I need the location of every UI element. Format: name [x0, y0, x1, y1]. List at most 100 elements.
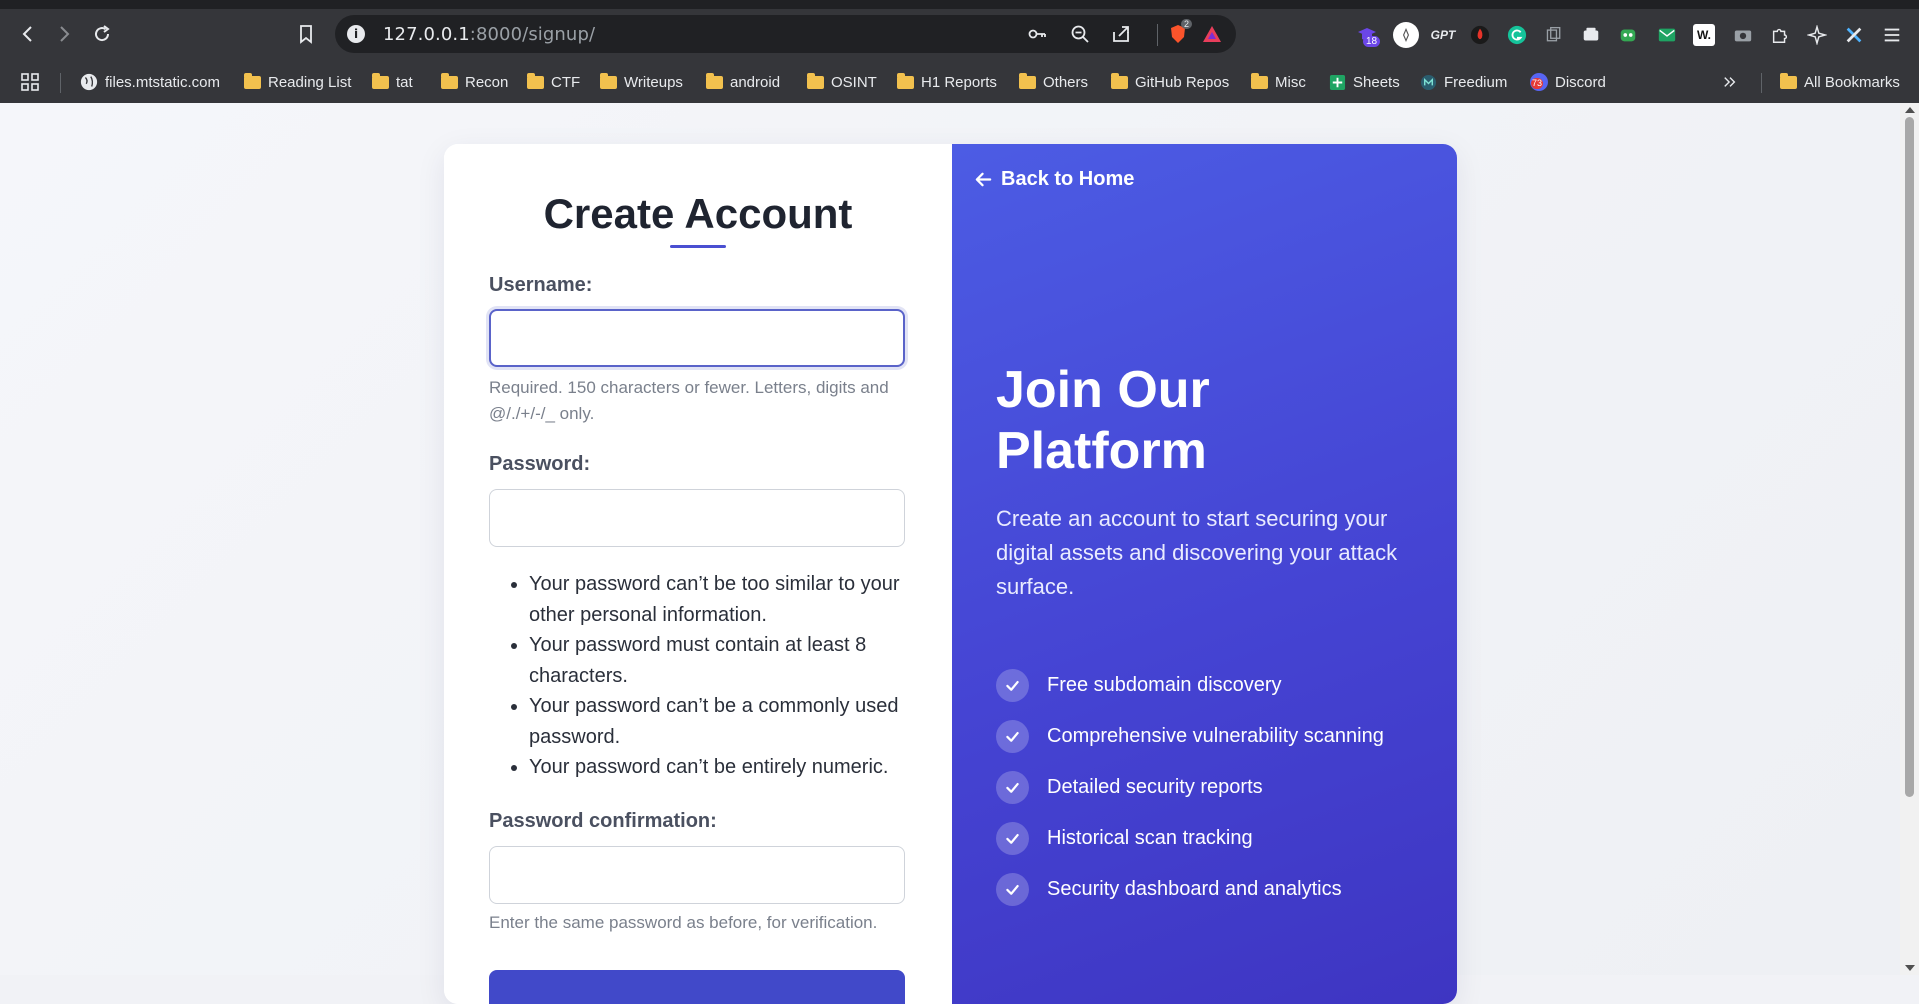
folder-icon: [706, 72, 723, 89]
vertical-scrollbar[interactable]: [1900, 103, 1919, 975]
signup-form: Create Account Username: Required. 150 c…: [444, 144, 952, 1004]
bookmark-page-button[interactable]: [292, 20, 320, 48]
bookmark-freedium[interactable]: Freedium: [1420, 71, 1507, 93]
submit-button[interactable]: [489, 970, 905, 1004]
extension-x-icon[interactable]: [1843, 24, 1865, 46]
folder-icon: [244, 72, 261, 89]
bookmark-others[interactable]: Others: [1019, 71, 1088, 93]
password-label: Password:: [489, 453, 591, 475]
check-icon: [996, 720, 1029, 753]
bookmarks-divider: [1761, 73, 1762, 93]
feature-label: Historical scan tracking: [1047, 827, 1253, 849]
password-confirmation-help-text: Enter the same password as before, for v…: [489, 913, 878, 932]
all-bookmarks-button[interactable]: All Bookmarks: [1780, 71, 1900, 93]
address-bar[interactable]: i 127.0.0.1:8000/signup/ 2: [335, 15, 1236, 53]
more-bookmarks-button[interactable]: [1723, 71, 1737, 93]
site-info-icon[interactable]: i: [347, 25, 365, 43]
folder-icon: [1780, 72, 1797, 89]
back-button[interactable]: [14, 20, 42, 48]
extension-w-icon[interactable]: W.: [1693, 24, 1715, 46]
freedium-icon: [1420, 74, 1437, 90]
bookmark-github-repos[interactable]: GitHub Repos: [1111, 71, 1229, 93]
bookmark-tat[interactable]: tat: [372, 71, 413, 93]
bookmark-h1-reports[interactable]: H1 Reports: [897, 71, 997, 93]
bookmarks-divider: [60, 73, 61, 93]
discord-badge: 73: [1531, 78, 1544, 89]
password-input[interactable]: [489, 489, 905, 547]
tab-strip: [0, 0, 1919, 9]
check-icon: [996, 873, 1029, 906]
back-to-home-link[interactable]: Back to Home: [974, 168, 1134, 191]
bookmark-label: Writeups: [624, 73, 683, 91]
url-text: 127.0.0.1:8000/signup/: [383, 24, 595, 45]
username-help-text: Required. 150 characters or fewer. Lette…: [489, 378, 889, 423]
extension-mail-icon[interactable]: [1656, 24, 1678, 46]
check-icon: [996, 771, 1029, 804]
chevron-double-right-icon: [1724, 77, 1736, 87]
feature-item: Security dashboard and analytics: [996, 864, 1436, 915]
scroll-down-icon[interactable]: [1905, 965, 1915, 971]
scrollbar-thumb[interactable]: [1905, 117, 1914, 797]
feature-item: Historical scan tracking: [996, 813, 1436, 864]
bookmark-files-mtstatic[interactable]: files.mtstatic.com: [80, 71, 220, 93]
feature-list: Free subdomain discovery Comprehensive v…: [996, 660, 1436, 915]
folder-icon: [527, 72, 544, 89]
password-rule: Your password can’t be a commonly used p…: [529, 691, 949, 752]
bookmark-android[interactable]: android: [706, 71, 780, 93]
zoom-out-icon[interactable]: [1070, 24, 1090, 44]
bookmark-sheets[interactable]: Sheets: [1329, 71, 1400, 93]
bookmark-label: Misc: [1275, 73, 1306, 91]
password-rule: Your password can’t be too similar to yo…: [529, 569, 949, 630]
password-rule: Your password must contain at least 8 ch…: [529, 630, 949, 691]
promo-title: Join Our Platform: [996, 361, 1210, 480]
check-icon: [996, 822, 1029, 855]
omnibox-divider: [1157, 24, 1158, 46]
brave-rewards-icon[interactable]: [1202, 24, 1222, 44]
extensions-puzzle-icon[interactable]: [1769, 24, 1791, 46]
scroll-up-icon[interactable]: [1905, 107, 1915, 113]
bookmark-writeups[interactable]: Writeups: [600, 71, 683, 93]
bookmark-osint[interactable]: OSINT: [807, 71, 877, 93]
bookmark-label: Reading List: [268, 73, 352, 91]
bookmark-label: android: [730, 73, 781, 91]
share-icon[interactable]: [1111, 24, 1131, 44]
forward-button[interactable]: [50, 20, 78, 48]
password-confirmation-label: Password confirmation:: [489, 810, 717, 832]
bookmark-misc[interactable]: Misc: [1251, 71, 1306, 93]
bookmark-reading-list[interactable]: Reading List: [244, 71, 351, 93]
url-path: :8000/signup/: [469, 24, 596, 45]
bookmark-label: OSINT: [831, 73, 877, 91]
bookmark-label: GitHub Repos: [1135, 73, 1230, 91]
reload-button[interactable]: [88, 20, 116, 48]
menu-icon[interactable]: [1881, 24, 1903, 46]
bookmark-label: Others: [1043, 73, 1089, 91]
bookmark-recon[interactable]: Recon: [441, 71, 508, 93]
bookmark-label: H1 Reports: [921, 73, 997, 91]
sparkle-icon[interactable]: [1806, 24, 1828, 46]
extension-camera-icon[interactable]: [1732, 24, 1754, 46]
check-icon: [996, 669, 1029, 702]
feature-label: Free subdomain discovery: [1047, 674, 1282, 696]
feature-item: Detailed security reports: [996, 762, 1436, 813]
extension-copy-icon[interactable]: [1543, 24, 1565, 46]
promo-panel: Back to Home Join Our Platform Create an…: [952, 144, 1457, 1004]
folder-icon: [1019, 72, 1036, 89]
extension-gpt-icon[interactable]: GPT: [1431, 24, 1456, 46]
username-input[interactable]: [489, 309, 905, 367]
key-icon[interactable]: [1027, 24, 1047, 44]
extension-flame-icon[interactable]: [1469, 24, 1491, 46]
arrow-left-icon: [22, 26, 32, 42]
all-bookmarks-label: All Bookmarks: [1804, 73, 1900, 91]
apps-grid-button[interactable]: [20, 71, 40, 93]
extension-robot-icon[interactable]: [1617, 24, 1639, 46]
extension-wallet-icon[interactable]: [1580, 24, 1602, 46]
bookmark-discord[interactable]: 73 Discord: [1530, 71, 1606, 93]
bookmark-label: Discord: [1555, 73, 1606, 91]
bookmark-label: Freedium: [1444, 73, 1508, 91]
password-confirmation-input[interactable]: [489, 846, 905, 904]
folder-icon: [600, 72, 617, 89]
grammarly-icon[interactable]: [1506, 24, 1528, 46]
bookmark-ctf[interactable]: CTF: [527, 71, 580, 93]
extension-compass-icon[interactable]: [1393, 22, 1419, 48]
folder-icon: [441, 72, 458, 89]
